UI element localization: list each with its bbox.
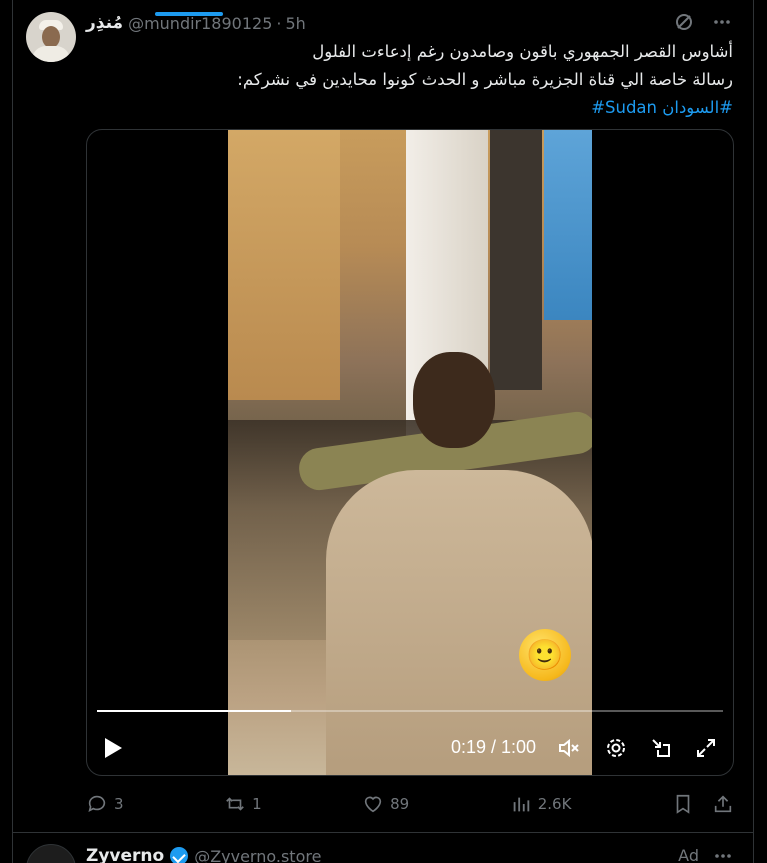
like-button[interactable]: 89 [362,793,409,815]
next-author-handle[interactable]: @Zyverno.store [194,847,321,863]
ad-label: Ad [678,846,699,863]
mute-icon[interactable] [557,736,581,760]
video-pillar-shadow [490,130,542,390]
video-time: 0:19 / 1:00 [451,737,537,757]
avatar[interactable] [26,12,76,62]
views-count: 2.6K [537,795,572,813]
tweet-time[interactable]: 5h [285,14,305,33]
tweet-text: أشاوس القصر الجمهوري باقون وصامدون رغم إ… [86,38,733,122]
next-more-icon[interactable] [713,846,733,863]
tweet-actions: 3 1 89 2.6K [86,789,734,819]
hashtag-links[interactable]: #السودان Sudan# [86,94,733,122]
video-controls: 0:19 / 1:00 [87,728,733,768]
next-avatar[interactable] [26,844,76,863]
repost-count: 1 [252,795,262,813]
verified-badge-icon [170,847,189,863]
timeline-border-right [753,0,754,863]
views-button[interactable]: 2.6K [510,793,572,815]
like-count: 89 [390,795,410,813]
emoji-overlay: 🙂 [519,629,571,681]
settings-icon[interactable] [604,736,628,760]
tweet-author: مُنذِر @mundir1890125 · 5h [86,13,306,33]
avatar-body [32,46,70,62]
play-icon[interactable] [105,738,122,758]
minimize-icon[interactable] [649,736,673,760]
tweet-divider [12,832,753,833]
timeline-border-left [12,0,13,863]
author-handle[interactable]: @mundir1890125 [128,14,272,33]
avatar-face [42,26,60,48]
video-sky [544,130,592,320]
more-icon[interactable] [711,12,733,37]
reply-icon [88,795,106,812]
fullscreen-icon[interactable] [694,736,718,760]
video-soldier-head [413,352,495,448]
share-icon[interactable] [712,793,734,815]
next-author-name[interactable]: Zyverno [86,846,164,863]
heart-icon [364,796,382,813]
bookmark-icon[interactable] [672,793,694,815]
next-tweet-meta: Ad [678,846,733,863]
next-tweet-author: Zyverno @Zyverno.store [86,846,321,863]
views-icon [513,797,529,812]
author-name[interactable]: مُنذِر [86,13,123,33]
repost-icon [226,797,244,811]
tweet-text-line-1: أشاوس القصر الجمهوري باقون وصامدون رغم إ… [312,42,733,61]
separator-dot: · [276,13,282,33]
video-player[interactable]: 🙂 0:19 / 1:00 [86,129,734,776]
tweet-extra-actions [672,793,734,815]
video-wall [228,130,340,400]
grok-icon[interactable] [673,12,695,37]
video-progress-fill [97,710,292,712]
reply-count: 3 [114,795,124,813]
video-frame[interactable]: 🙂 [228,130,592,775]
reply-button[interactable]: 3 [86,793,124,815]
repost-button[interactable]: 1 [224,793,262,815]
tweet-text-line-2: رسالة خاصة الي قناة الجزيرة مباشر و الحد… [237,70,733,89]
tweet-header-actions [673,12,733,37]
video-scrubber[interactable] [97,710,723,712]
